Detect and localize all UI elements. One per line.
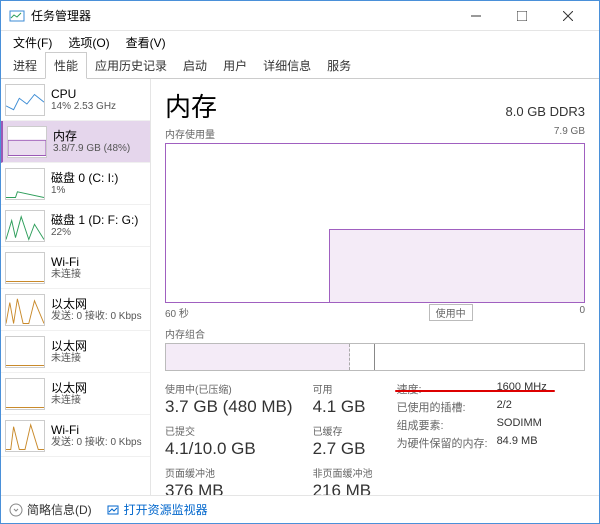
maximize-button[interactable] <box>499 1 545 31</box>
sidebar-thumb-icon <box>5 84 45 116</box>
nonpaged-value: 216 MB <box>313 481 373 495</box>
sidebar-item-sub: 14% 2.53 GHz <box>51 101 146 113</box>
sidebar-item-name: 内存 <box>53 129 146 143</box>
chart-x-left: 60 秒 <box>165 305 189 320</box>
sidebar-thumb-icon <box>5 210 45 242</box>
in-use-value: 3.7 GB (480 MB) <box>165 397 293 417</box>
speed-value: 1600 MHz <box>497 381 547 397</box>
form-value: SODIMM <box>497 417 542 433</box>
paged-value: 376 MB <box>165 481 293 495</box>
sidebar: CPU14% 2.53 GHz内存3.8/7.9 GB (48%)磁盘 0 (C… <box>1 79 151 495</box>
tab-app-history[interactable]: 应用历史记录 <box>87 53 175 78</box>
sidebar-item-0[interactable]: CPU14% 2.53 GHz <box>1 79 150 121</box>
tab-startup[interactable]: 启动 <box>175 53 215 78</box>
memory-spec: 8.0 GB DDR3 <box>506 104 585 119</box>
hw-reserved-value: 84.9 MB <box>497 435 538 451</box>
sidebar-item-sub: 22% <box>51 227 146 239</box>
minimize-button[interactable] <box>453 1 499 31</box>
sidebar-item-2[interactable]: 磁盘 0 (C: I:)1% <box>1 163 150 205</box>
chart-label-top-right: 7.9 GB <box>554 126 585 141</box>
sidebar-thumb-icon <box>5 336 45 368</box>
page-title: 内存 <box>165 87 217 124</box>
hw-reserved-label: 为硬件保留的内存: <box>397 435 497 451</box>
paged-label: 页面缓冲池 <box>165 465 293 480</box>
cached-value: 2.7 GB <box>313 439 373 459</box>
speed-label: 速度: <box>397 381 497 397</box>
tab-users[interactable]: 用户 <box>215 53 255 78</box>
cached-label: 已缓存 <box>313 423 373 438</box>
memory-composition-bar <box>165 343 585 371</box>
sidebar-thumb-icon <box>5 294 45 326</box>
sidebar-item-sub: 3.8/7.9 GB (48%) <box>53 143 146 155</box>
tab-details[interactable]: 详细信息 <box>255 53 319 78</box>
brief-info-toggle[interactable]: 简略信息(D) <box>9 501 92 518</box>
sidebar-thumb-icon <box>7 126 47 158</box>
nonpaged-label: 非页面缓冲池 <box>313 465 373 480</box>
sidebar-item-sub: 未连接 <box>51 353 146 365</box>
menu-options[interactable]: 选项(O) <box>60 32 117 53</box>
in-use-label: 使用中(已压缩) <box>165 381 293 396</box>
menu-view[interactable]: 查看(V) <box>118 32 174 53</box>
chart-label-top-left: 内存使用量 <box>165 126 215 141</box>
sidebar-thumb-icon <box>5 378 45 410</box>
sidebar-item-6[interactable]: 以太网未连接 <box>1 331 150 373</box>
annotation-redline <box>395 390 555 392</box>
sidebar-item-name: CPU <box>51 87 146 101</box>
tab-processes[interactable]: 进程 <box>5 53 45 78</box>
tab-services[interactable]: 服务 <box>319 53 359 78</box>
sidebar-item-8[interactable]: Wi-Fi发送: 0 接收: 0 Kbps <box>1 415 150 457</box>
main-panel: 内存 8.0 GB DDR3 内存使用量 7.9 GB 60 秒 使用中 0 内… <box>151 79 599 495</box>
close-button[interactable] <box>545 1 591 31</box>
open-resource-monitor-link[interactable]: 打开资源监视器 <box>106 501 208 518</box>
sidebar-thumb-icon <box>5 420 45 452</box>
sidebar-item-sub: 1% <box>51 185 146 197</box>
window-title: 任务管理器 <box>31 7 453 24</box>
sidebar-item-name: Wi-Fi <box>51 423 146 437</box>
sidebar-item-name: 以太网 <box>51 297 146 311</box>
sidebar-item-sub: 发送: 0 接收: 0 Kbps <box>51 437 146 449</box>
sidebar-item-sub: 未连接 <box>51 395 146 407</box>
sidebar-item-1[interactable]: 内存3.8/7.9 GB (48%) <box>1 121 150 163</box>
slots-value: 2/2 <box>497 399 512 415</box>
sidebar-item-name: 以太网 <box>51 381 146 395</box>
sidebar-thumb-icon <box>5 168 45 200</box>
sidebar-item-4[interactable]: Wi-Fi未连接 <box>1 247 150 289</box>
sidebar-item-name: 以太网 <box>51 339 146 353</box>
committed-value: 4.1/10.0 GB <box>165 439 293 459</box>
sidebar-item-sub: 未连接 <box>51 269 146 281</box>
in-use-indicator: 使用中 <box>429 304 473 321</box>
sidebar-item-7[interactable]: 以太网未连接 <box>1 373 150 415</box>
slots-label: 已使用的插槽: <box>397 399 497 415</box>
sidebar-item-name: Wi-Fi <box>51 255 146 269</box>
chart-x-right: 0 <box>579 305 585 320</box>
tab-performance[interactable]: 性能 <box>45 52 87 79</box>
available-label: 可用 <box>313 381 373 396</box>
memory-usage-chart <box>165 143 585 303</box>
sidebar-item-5[interactable]: 以太网发送: 0 接收: 0 Kbps <box>1 289 150 331</box>
sidebar-item-name: 磁盘 0 (C: I:) <box>51 171 146 185</box>
form-label: 组成要素: <box>397 417 497 433</box>
available-value: 4.1 GB <box>313 397 373 417</box>
sidebar-item-sub: 发送: 0 接收: 0 Kbps <box>51 311 146 323</box>
sidebar-thumb-icon <box>5 252 45 284</box>
menu-file[interactable]: 文件(F) <box>5 32 60 53</box>
committed-label: 已提交 <box>165 423 293 438</box>
sidebar-item-name: 磁盘 1 (D: F: G:) <box>51 213 146 227</box>
composition-label: 内存组合 <box>165 326 585 341</box>
app-icon <box>9 8 25 24</box>
sidebar-item-3[interactable]: 磁盘 1 (D: F: G:)22% <box>1 205 150 247</box>
